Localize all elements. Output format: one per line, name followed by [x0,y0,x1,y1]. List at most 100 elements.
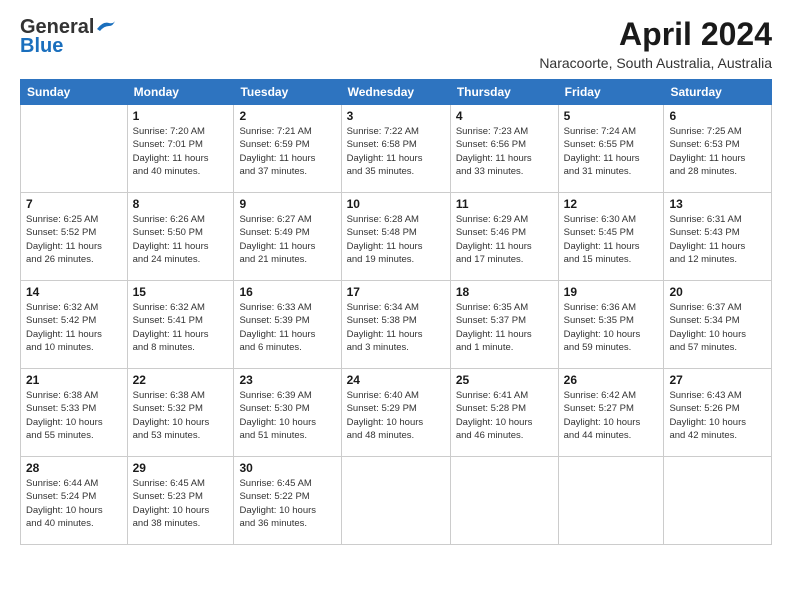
col-header-friday: Friday [558,80,664,105]
day-info: Sunrise: 6:45 AMSunset: 5:22 PMDaylight:… [239,477,335,530]
day-number: 12 [564,197,659,211]
day-number: 16 [239,285,335,299]
day-info: Sunrise: 6:38 AMSunset: 5:32 PMDaylight:… [133,389,229,442]
day-number: 28 [26,461,122,475]
week-row-2: 7 Sunrise: 6:25 AMSunset: 5:52 PMDaylight… [21,193,772,281]
day-info: Sunrise: 6:36 AMSunset: 5:35 PMDaylight:… [564,301,659,354]
day-number: 15 [133,285,229,299]
table-row: 25 Sunrise: 6:41 AMSunset: 5:28 PMDayligh… [450,369,558,457]
table-row: 11 Sunrise: 6:29 AMSunset: 5:46 PMDayligh… [450,193,558,281]
table-row [450,457,558,545]
day-info: Sunrise: 6:41 AMSunset: 5:28 PMDaylight:… [456,389,553,442]
col-header-monday: Monday [127,80,234,105]
day-info: Sunrise: 6:28 AMSunset: 5:48 PMDaylight:… [347,213,445,266]
day-info: Sunrise: 6:37 AMSunset: 5:34 PMDaylight:… [669,301,766,354]
day-info: Sunrise: 6:35 AMSunset: 5:37 PMDaylight:… [456,301,553,354]
page: General Blue April 2024 Naracoorte, Sout… [0,0,792,555]
day-number: 27 [669,373,766,387]
day-info: Sunrise: 6:31 AMSunset: 5:43 PMDaylight:… [669,213,766,266]
day-info: Sunrise: 7:20 AMSunset: 7:01 PMDaylight:… [133,125,229,178]
table-row: 3Sunrise: 7:22 AMSunset: 6:58 PMDaylight… [341,105,450,193]
day-number: 14 [26,285,122,299]
day-number: 25 [456,373,553,387]
table-row: 5 Sunrise: 7:24 AMSunset: 6:55 PMDaylight… [558,105,664,193]
day-number: 11 [456,197,553,211]
table-row: 8 Sunrise: 6:26 AMSunset: 5:50 PMDaylight… [127,193,234,281]
day-number: 7 [26,197,122,211]
table-row: 22 Sunrise: 6:38 AMSunset: 5:32 PMDayligh… [127,369,234,457]
table-row [664,457,772,545]
day-info: Sunrise: 6:33 AMSunset: 5:39 PMDaylight:… [239,301,335,354]
table-row: 1 Sunrise: 7:20 AMSunset: 7:01 PMDaylight… [127,105,234,193]
day-info: Sunrise: 6:32 AMSunset: 5:42 PMDaylight:… [26,301,122,354]
day-number: 6 [669,109,766,123]
day-number: 24 [347,373,445,387]
day-info: Sunrise: 6:25 AMSunset: 5:52 PMDaylight:… [26,213,122,266]
logo: General Blue [20,16,117,58]
table-row: 12Sunrise: 6:30 AMSunset: 5:45 PMDayligh… [558,193,664,281]
day-number: 10 [347,197,445,211]
day-number: 2 [239,109,335,123]
location-subtitle: Naracoorte, South Australia, Australia [539,55,772,71]
table-row: 18 Sunrise: 6:35 AMSunset: 5:37 PMDayligh… [450,281,558,369]
table-row: 21Sunrise: 6:38 AMSunset: 5:33 PMDayligh… [21,369,128,457]
day-number: 17 [347,285,445,299]
table-row: 30 Sunrise: 6:45 AMSunset: 5:22 PMDayligh… [234,457,341,545]
day-number: 5 [564,109,659,123]
day-info: Sunrise: 7:21 AMSunset: 6:59 PMDaylight:… [239,125,335,178]
day-number: 22 [133,373,229,387]
table-row: 23Sunrise: 6:39 AMSunset: 5:30 PMDayligh… [234,369,341,457]
table-row [341,457,450,545]
day-number: 9 [239,197,335,211]
day-info: Sunrise: 6:26 AMSunset: 5:50 PMDaylight:… [133,213,229,266]
day-info: Sunrise: 6:29 AMSunset: 5:46 PMDaylight:… [456,213,553,266]
day-info: Sunrise: 6:40 AMSunset: 5:29 PMDaylight:… [347,389,445,442]
week-row-5: 28 Sunrise: 6:44 AMSunset: 5:24 PMDayligh… [21,457,772,545]
day-number: 26 [564,373,659,387]
month-year-title: April 2024 [539,16,772,53]
calendar-table: Sunday Monday Tuesday Wednesday Thursday… [20,79,772,545]
col-header-saturday: Saturday [664,80,772,105]
day-info: Sunrise: 7:25 AMSunset: 6:53 PMDaylight:… [669,125,766,178]
day-info: Sunrise: 6:42 AMSunset: 5:27 PMDaylight:… [564,389,659,442]
table-row: 10 Sunrise: 6:28 AMSunset: 5:48 PMDayligh… [341,193,450,281]
day-info: Sunrise: 6:45 AMSunset: 5:23 PMDaylight:… [133,477,229,530]
logo-bird-icon [95,19,117,33]
table-row [558,457,664,545]
day-number: 4 [456,109,553,123]
table-row: 20 Sunrise: 6:37 AMSunset: 5:34 PMDayligh… [664,281,772,369]
day-number: 1 [133,109,229,123]
title-area: April 2024 Naracoorte, South Australia, … [539,16,772,71]
day-number: 8 [133,197,229,211]
day-number: 19 [564,285,659,299]
day-number: 20 [669,285,766,299]
day-number: 3 [347,109,445,123]
day-info: Sunrise: 7:23 AMSunset: 6:56 PMDaylight:… [456,125,553,178]
day-number: 18 [456,285,553,299]
table-row: 14 Sunrise: 6:32 AMSunset: 5:42 PMDayligh… [21,281,128,369]
table-row: 15 Sunrise: 6:32 AMSunset: 5:41 PMDayligh… [127,281,234,369]
day-info: Sunrise: 7:24 AMSunset: 6:55 PMDaylight:… [564,125,659,178]
day-number: 29 [133,461,229,475]
day-info: Sunrise: 6:32 AMSunset: 5:41 PMDaylight:… [133,301,229,354]
table-row: 4 Sunrise: 7:23 AMSunset: 6:56 PMDaylight… [450,105,558,193]
header: General Blue April 2024 Naracoorte, Sout… [20,16,772,71]
table-row: 17Sunrise: 6:34 AMSunset: 5:38 PMDayligh… [341,281,450,369]
table-row: 28 Sunrise: 6:44 AMSunset: 5:24 PMDayligh… [21,457,128,545]
calendar-header-row: Sunday Monday Tuesday Wednesday Thursday… [21,80,772,105]
day-info: Sunrise: 6:27 AMSunset: 5:49 PMDaylight:… [239,213,335,266]
table-row: 27 Sunrise: 6:43 AMSunset: 5:26 PMDayligh… [664,369,772,457]
day-info: Sunrise: 6:43 AMSunset: 5:26 PMDaylight:… [669,389,766,442]
table-row: 24 Sunrise: 6:40 AMSunset: 5:29 PMDayligh… [341,369,450,457]
week-row-3: 14 Sunrise: 6:32 AMSunset: 5:42 PMDayligh… [21,281,772,369]
table-row: 16 Sunrise: 6:33 AMSunset: 5:39 PMDayligh… [234,281,341,369]
col-header-thursday: Thursday [450,80,558,105]
day-info: Sunrise: 6:39 AMSunset: 5:30 PMDaylight:… [239,389,335,442]
table-row: 6 Sunrise: 7:25 AMSunset: 6:53 PMDaylight… [664,105,772,193]
table-row: 29 Sunrise: 6:45 AMSunset: 5:23 PMDayligh… [127,457,234,545]
table-row: 2 Sunrise: 7:21 AMSunset: 6:59 PMDaylight… [234,105,341,193]
day-info: Sunrise: 6:44 AMSunset: 5:24 PMDaylight:… [26,477,122,530]
week-row-4: 21Sunrise: 6:38 AMSunset: 5:33 PMDayligh… [21,369,772,457]
day-number: 30 [239,461,335,475]
logo-blue: Blue [20,35,63,58]
